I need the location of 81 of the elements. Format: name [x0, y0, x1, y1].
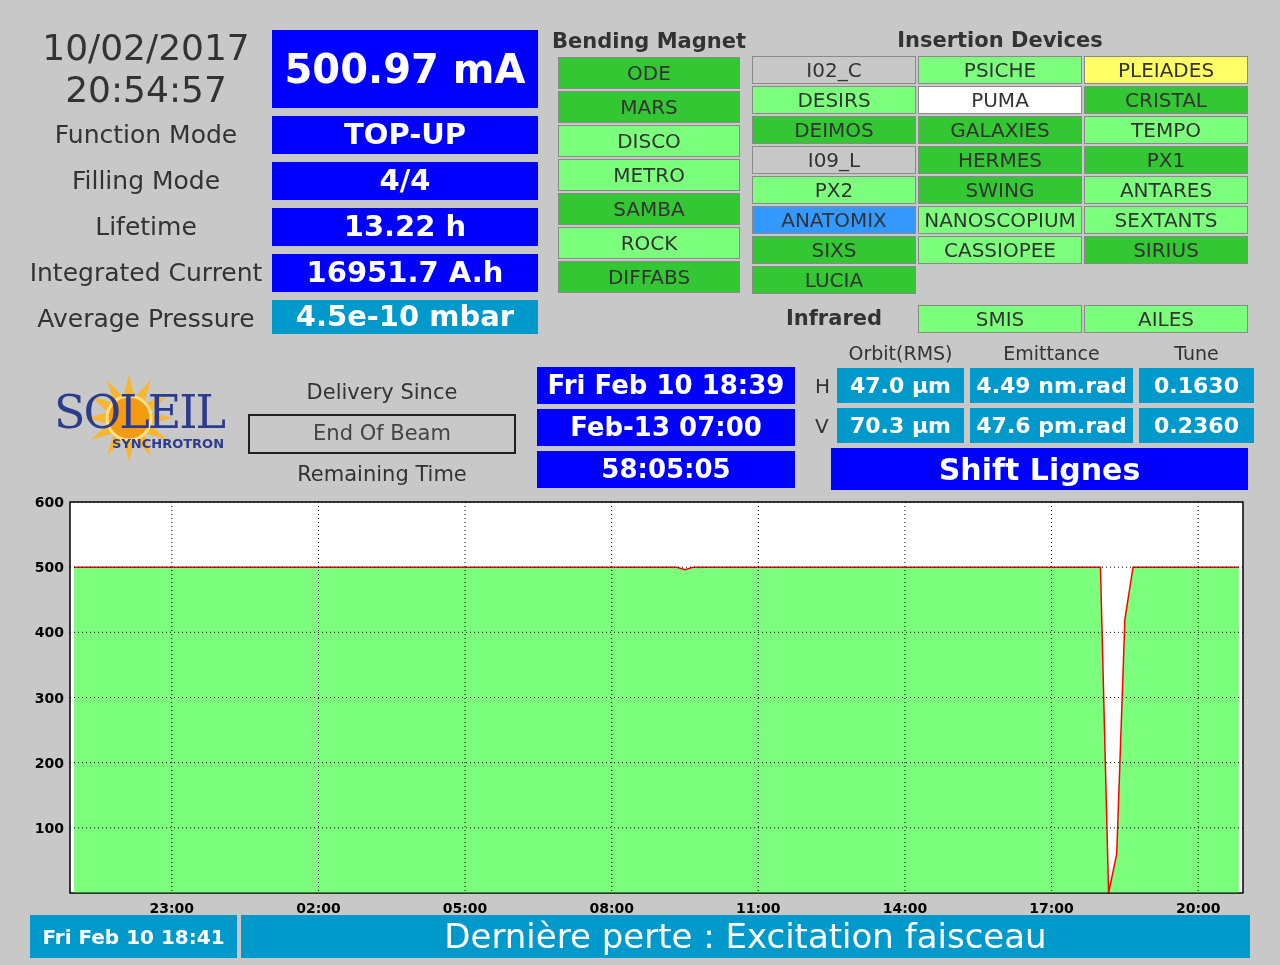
beamline-status: I02_C — [752, 56, 916, 84]
beamline-status: CRISTAL — [1084, 86, 1248, 114]
parameter-value: 47.0 µm — [837, 368, 964, 403]
delivery-value: Fri Feb 10 18:39 — [537, 367, 795, 404]
axis-tick-label: 20:00 — [1175, 900, 1221, 915]
status-message: Dernière perte : Excitation faisceau — [241, 915, 1250, 958]
parameter-value: 70.3 µm — [837, 408, 964, 443]
parameter-label: Lifetime — [95, 211, 197, 244]
axis-tick-label: 17:00 — [1029, 900, 1074, 915]
column-header: Orbit(RMS) — [848, 340, 953, 366]
parameter-value: 4.5e-10 mbar — [272, 300, 538, 334]
section-title: Bending Magnet — [551, 27, 747, 55]
beamline-status: SEXTANTS — [1084, 206, 1248, 234]
beamline-status: PUMA — [918, 86, 1082, 114]
beam-current-display: 500.97 mA — [272, 30, 538, 108]
axis-tick-label: 600 — [34, 495, 64, 510]
beamline-status: ROCK — [558, 227, 740, 259]
delivery-label: End Of Beam — [248, 414, 516, 454]
column-header: Emittance — [1003, 340, 1100, 366]
beamline-status: I09_L — [752, 146, 916, 174]
beamline-status: ANTARES — [1084, 176, 1248, 204]
delivery-value: 58:05:05 — [537, 451, 795, 488]
beamline-status: ODE — [558, 57, 740, 89]
parameter-label: Integrated Current — [29, 257, 263, 290]
beamline-status: DEIMOS — [752, 116, 916, 144]
column-header: Tune — [1174, 340, 1219, 366]
plane-label: V — [815, 412, 829, 440]
parameter-value: 16951.7 A.h — [272, 254, 538, 292]
axis-tick-label: 200 — [34, 754, 64, 771]
section-title: Insertion Devices — [897, 26, 1103, 54]
beamline-status: MARS — [558, 91, 740, 123]
beamline-status: PSICHE — [918, 56, 1082, 84]
delivery-value: Feb-13 07:00 — [537, 409, 795, 446]
axis-tick-label: 500 — [34, 559, 64, 576]
date-text: 10/02/2017 — [42, 27, 250, 69]
beamline-status: SIRIUS — [1084, 236, 1248, 264]
beamline-status: DIFFABS — [558, 261, 740, 293]
parameter-value: 0.2360 — [1139, 408, 1254, 443]
axis-tick-label: 02:00 — [296, 900, 341, 915]
axis-tick-label: 11:00 — [736, 900, 781, 915]
beamline-status: SAMBA — [558, 193, 740, 225]
beamline-status: DESIRS — [752, 86, 916, 114]
beamline-status: SWING — [918, 176, 1082, 204]
beamline-status: PX2 — [752, 176, 916, 204]
parameter-value: 4/4 — [272, 162, 538, 200]
axis-tick-label: 05:00 — [442, 900, 488, 915]
parameter-label: Average Pressure — [37, 303, 255, 336]
beamline-status: SIXS — [752, 236, 916, 264]
beamline-status: METRO — [558, 159, 740, 191]
beamline-status: HERMES — [918, 146, 1082, 174]
beamline-status: ANATOMIX — [752, 206, 916, 234]
shift-display: Shift Lignes — [831, 448, 1248, 490]
axis-tick-label: 300 — [34, 689, 64, 706]
axis-tick-label: 23:00 — [149, 900, 195, 915]
axis-tick-label: 100 — [34, 819, 64, 836]
beamline-status: AILES — [1084, 305, 1248, 333]
plane-label: H — [815, 372, 831, 400]
axis-tick-label: 08:00 — [589, 900, 634, 915]
beamline-status: LUCIA — [752, 266, 916, 294]
delivery-label: Remaining Time — [297, 461, 467, 489]
beamline-status: TEMPO — [1084, 116, 1248, 144]
time-text: 20:54:57 — [65, 69, 227, 111]
timestamp-display: Fri Feb 10 18:41 — [30, 915, 237, 958]
axis-tick-label: 14:00 — [882, 900, 928, 915]
parameter-value: 13.22 h — [272, 208, 538, 246]
beamline-status: DISCO — [558, 125, 740, 157]
delivery-label: Delivery Since — [306, 379, 458, 407]
beamline-status: PLEIADES — [1084, 56, 1248, 84]
beamline-status: SMIS — [918, 305, 1082, 333]
beamline-status: PX1 — [1084, 146, 1248, 174]
axis-tick-label: 400 — [34, 624, 64, 641]
parameter-value: 0.1630 — [1139, 368, 1254, 403]
infrared-label: Infrared — [785, 305, 883, 333]
beamline-status: CASSIOPEE — [918, 236, 1082, 264]
parameter-value: 47.6 pm.rad — [970, 408, 1133, 443]
parameter-label: Function Mode — [54, 119, 238, 152]
beamline-status: NANOSCOPIUM — [918, 206, 1082, 234]
parameter-value: TOP-UP — [272, 116, 538, 154]
parameter-label: Filling Mode — [71, 165, 221, 198]
parameter-value: 4.49 nm.rad — [970, 368, 1133, 403]
beamline-status: GALAXIES — [918, 116, 1082, 144]
